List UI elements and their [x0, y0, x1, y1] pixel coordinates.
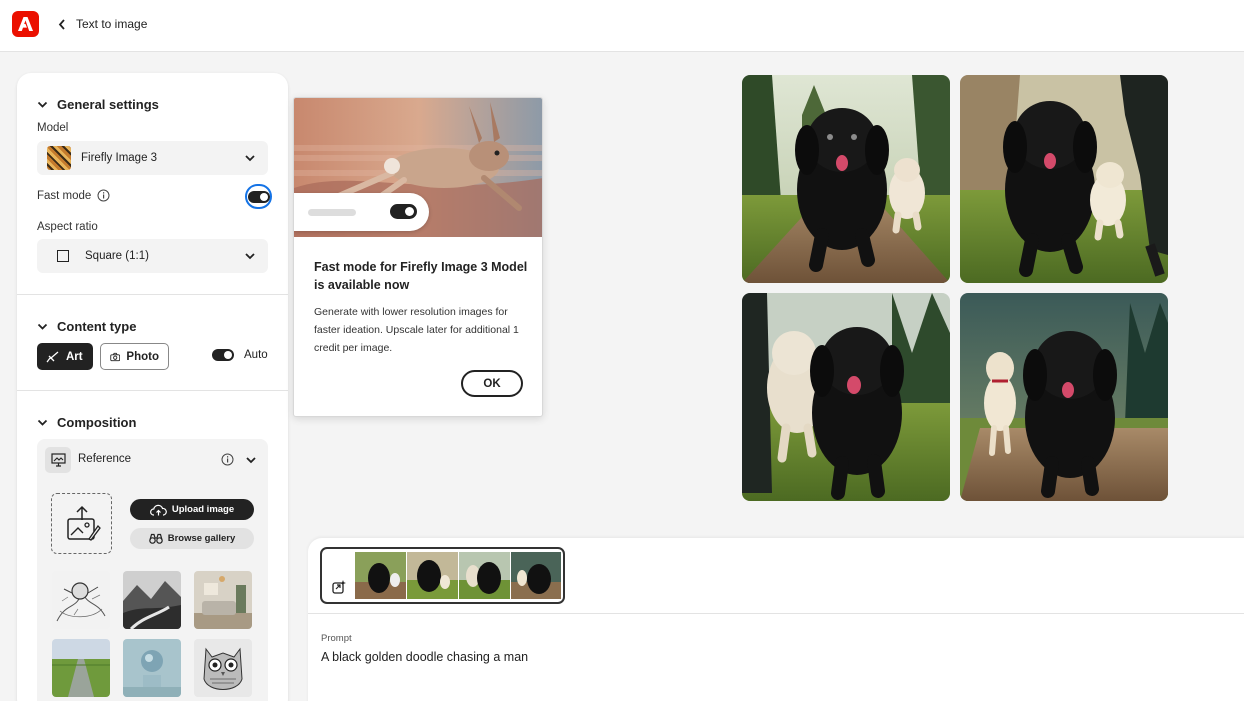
art-label: Art: [66, 350, 83, 363]
popover-body: Generate with lower resolution images fo…: [314, 306, 519, 354]
toggle-preview: [294, 193, 429, 231]
model-value: Firefly Image 3: [81, 152, 158, 164]
fast-mode-toggle[interactable]: [245, 184, 272, 209]
browse-gallery-button[interactable]: Browse gallery: [130, 528, 254, 549]
reference-thumbnail[interactable]: [194, 639, 252, 697]
history-thumbnail[interactable]: [511, 552, 561, 599]
result-image[interactable]: [960, 75, 1168, 283]
result-image[interactable]: [742, 75, 950, 283]
history-strip[interactable]: [320, 547, 565, 604]
upload-image-label: Upload image: [171, 504, 235, 515]
section-title: Content type: [57, 319, 137, 334]
photo-button[interactable]: Photo: [100, 343, 169, 370]
result-image[interactable]: [742, 293, 950, 501]
reference-thumbnail[interactable]: [52, 571, 110, 629]
history-thumbnail[interactable]: [459, 552, 510, 599]
chevron-down-icon: [245, 253, 255, 260]
chevron-down-icon[interactable]: [245, 454, 257, 466]
auto-toggle-row[interactable]: Auto: [212, 349, 268, 361]
auto-label: Auto: [244, 349, 268, 361]
toggle-switch: [247, 190, 270, 203]
photo-label: Photo: [126, 350, 159, 363]
chevron-down-icon: [37, 419, 48, 426]
ok-button[interactable]: OK: [461, 370, 523, 397]
reference-thumbnail[interactable]: [52, 639, 110, 697]
art-button[interactable]: Art: [37, 343, 93, 370]
toggle-switch: [390, 204, 417, 219]
auto-toggle[interactable]: [212, 349, 234, 361]
history-thumbnail[interactable]: [407, 552, 458, 599]
chevron-down-icon: [37, 323, 48, 330]
reference-thumbnail[interactable]: [123, 571, 181, 629]
generate-similar-icon[interactable]: [331, 579, 347, 595]
fast-mode-label: Fast mode: [37, 189, 92, 202]
image-upload-icon: [66, 505, 101, 541]
model-select[interactable]: Firefly Image 3: [37, 141, 268, 175]
upload-dropzone[interactable]: [51, 493, 112, 554]
prompt-label: Prompt: [321, 633, 352, 644]
aspect-ratio-label: Aspect ratio: [37, 221, 98, 233]
page-title: Text to image: [76, 17, 148, 31]
chevron-down-icon: [245, 155, 255, 162]
reference-icon: [45, 447, 71, 473]
cloud-upload-icon: [149, 504, 167, 516]
result-image[interactable]: [960, 293, 1168, 501]
adobe-logo-icon[interactable]: [12, 11, 39, 37]
section-title: General settings: [57, 97, 159, 112]
model-thumbnail: [47, 146, 71, 170]
content-type-header[interactable]: Content type: [37, 319, 136, 334]
camera-icon: [110, 352, 121, 361]
binoculars-icon: [148, 533, 163, 544]
rabbit-illustration: [294, 98, 542, 237]
history-thumbnail[interactable]: [355, 552, 406, 599]
model-label: Model: [37, 122, 69, 134]
prompt-panel: Prompt A black golden doodle chasing a m…: [308, 538, 1244, 701]
fast-mode-popover: Fast mode for Firefly Image 3 Model is a…: [293, 97, 543, 417]
reference-label: Reference: [78, 453, 132, 465]
composition-header[interactable]: Composition: [37, 415, 136, 430]
prompt-input[interactable]: A black golden doodle chasing a man: [321, 650, 528, 664]
brush-icon: [46, 351, 59, 362]
reference-thumbnail[interactable]: [123, 639, 181, 697]
upload-image-button[interactable]: Upload image: [130, 499, 254, 520]
info-icon[interactable]: [221, 453, 234, 466]
popover-title: Fast mode for Firefly Image 3 Model is a…: [314, 260, 528, 292]
back-chevron-icon[interactable]: [52, 14, 72, 34]
top-bar: Text to image: [0, 0, 1244, 52]
fast-mode-row: Fast mode: [37, 189, 110, 202]
reference-thumbnail[interactable]: [194, 571, 252, 629]
settings-panel: General settings Model Firefly Image 3 F…: [17, 73, 288, 701]
square-icon: [57, 250, 69, 262]
chevron-down-icon: [37, 101, 48, 108]
divider: [17, 390, 288, 391]
divider: [17, 294, 288, 295]
info-icon[interactable]: [97, 189, 110, 202]
aspect-ratio-value: Square (1:1): [85, 250, 149, 262]
divider: [308, 613, 1244, 614]
general-settings-header[interactable]: General settings: [37, 97, 159, 112]
browse-gallery-label: Browse gallery: [167, 533, 236, 544]
aspect-ratio-select[interactable]: Square (1:1): [37, 239, 268, 273]
placeholder-bar: [308, 209, 356, 216]
section-title: Composition: [57, 415, 137, 430]
